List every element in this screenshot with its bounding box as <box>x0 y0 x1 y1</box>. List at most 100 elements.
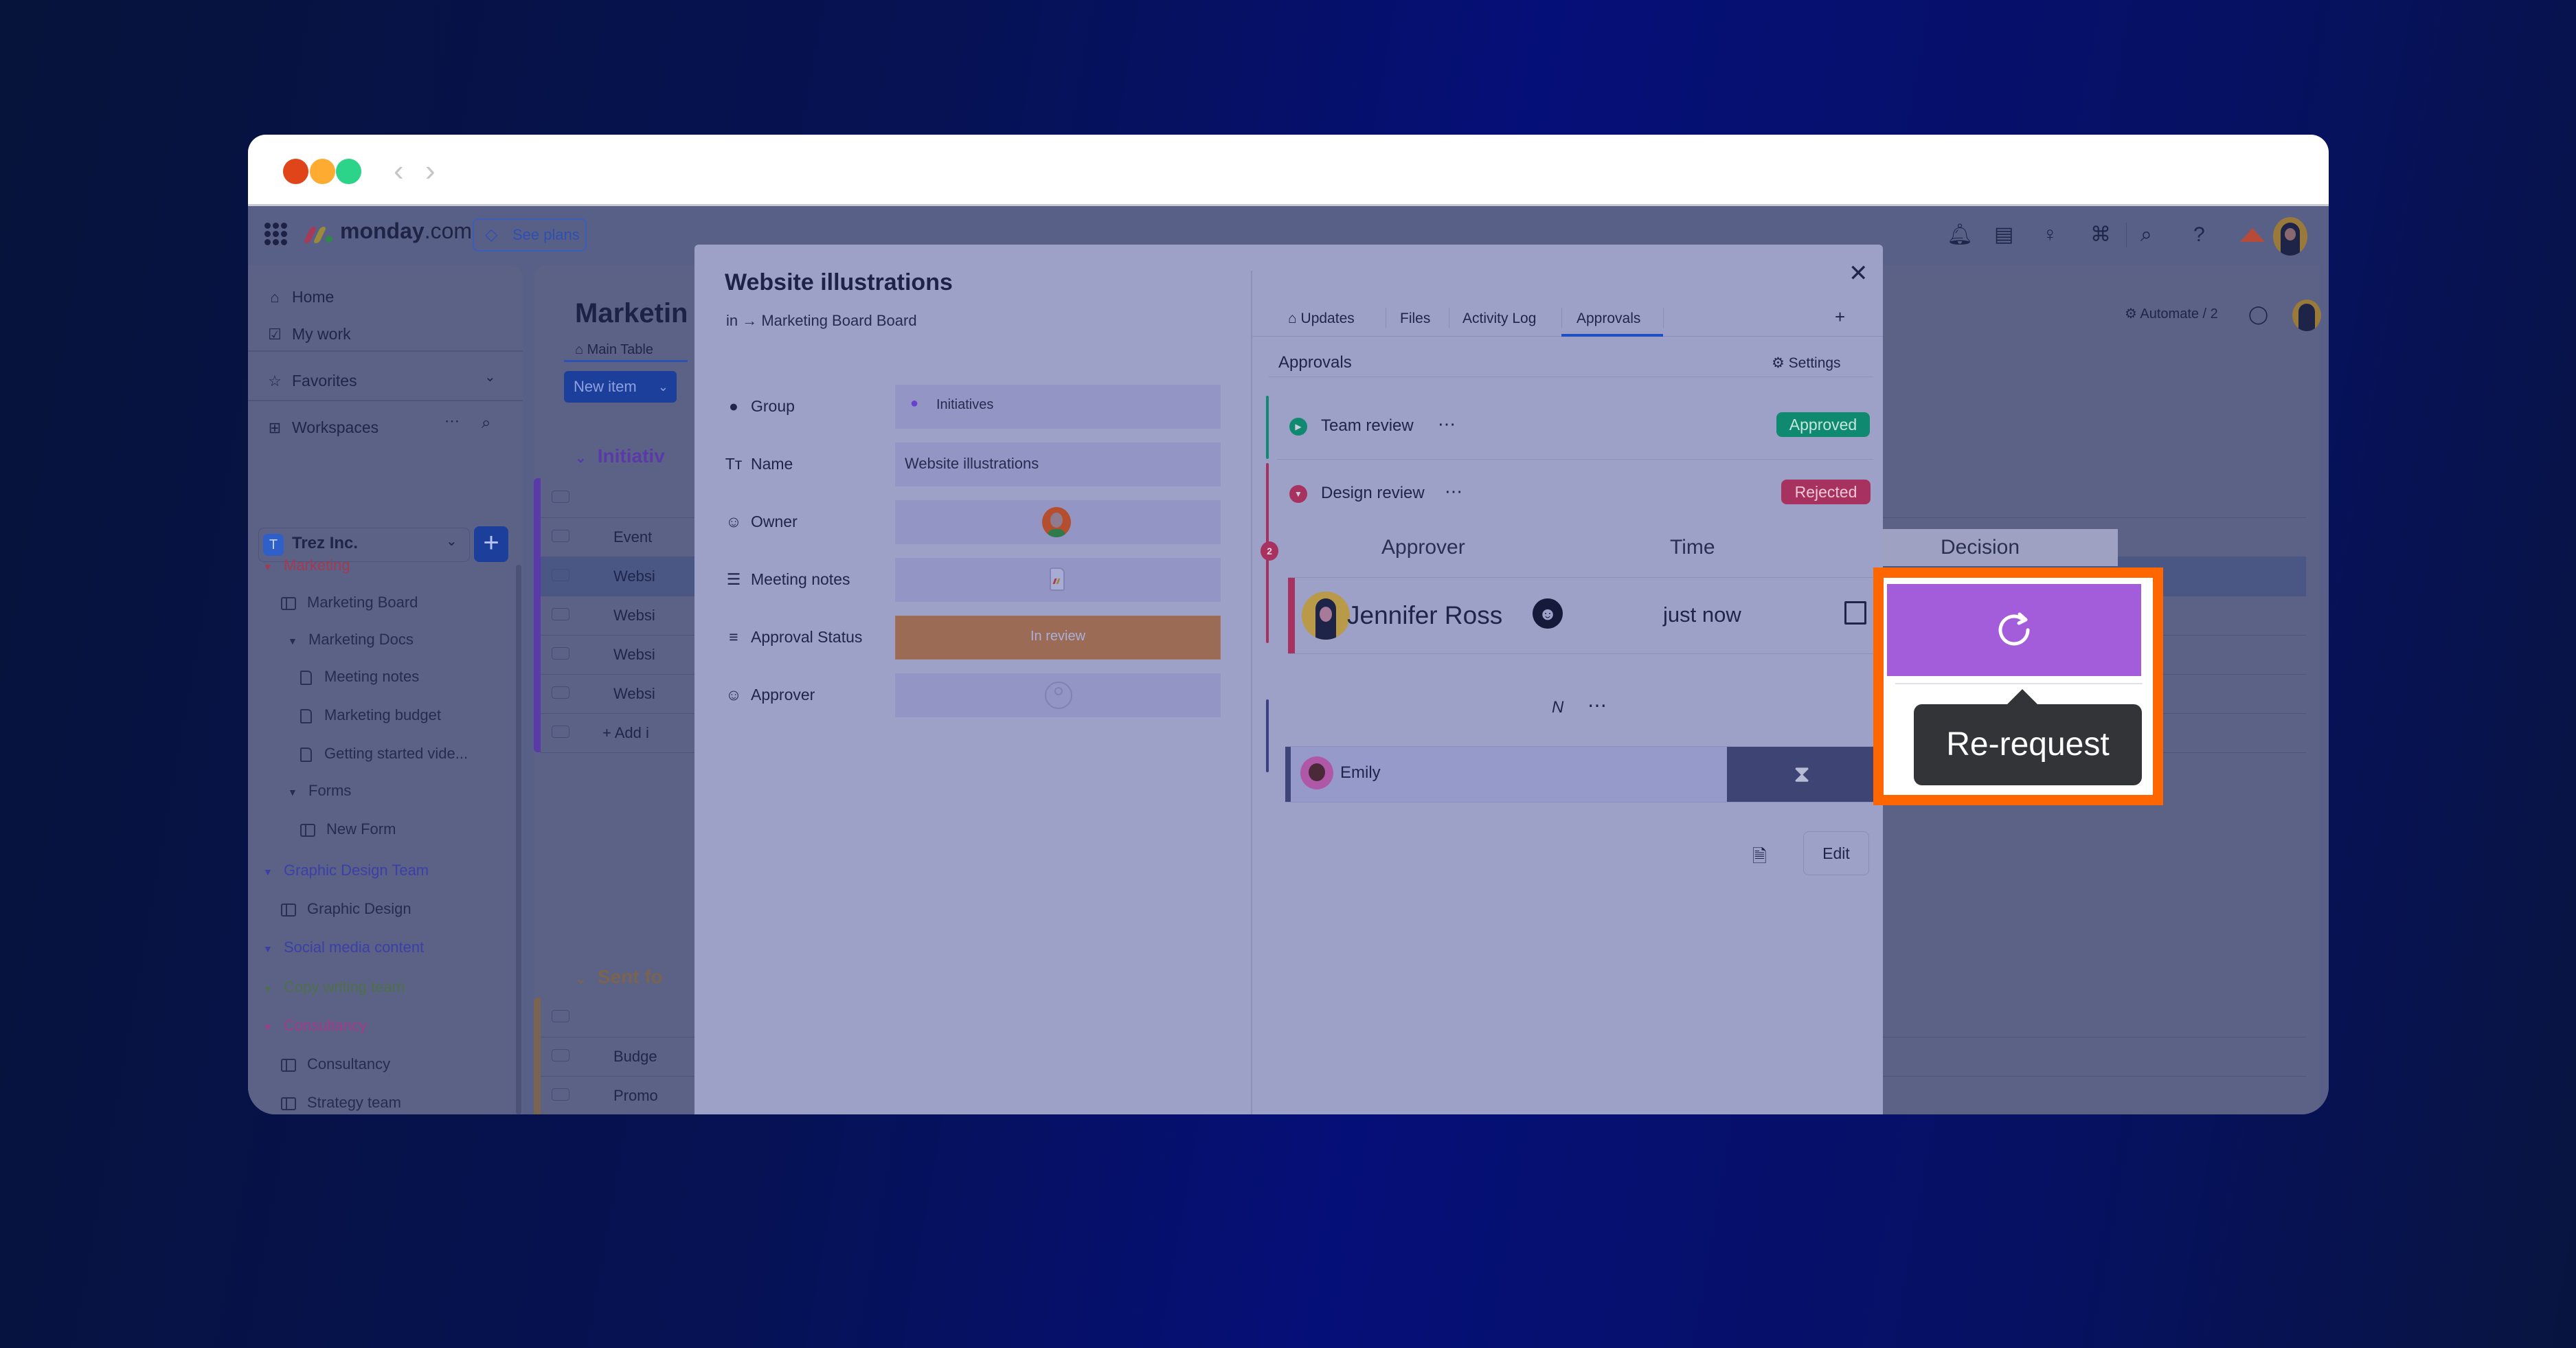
comment-icon[interactable] <box>1844 601 1866 625</box>
row-checkbox[interactable] <box>552 608 569 620</box>
tab-updates[interactable]: ⌂ Updates <box>1288 311 1355 327</box>
add-item-button[interactable]: + Add i <box>602 724 649 742</box>
monday-doc-file-icon[interactable] <box>1050 568 1065 591</box>
row-checkbox[interactable] <box>552 1010 569 1022</box>
sidebar-tree-item[interactable]: ▼ Graphic Design Team <box>263 859 429 884</box>
table-row[interactable]: Websi <box>613 607 655 625</box>
hourglass-pending-icon[interactable]: ⧗ <box>1727 747 1877 802</box>
sidebar-tree-item[interactable]: Getting started vide... <box>300 742 468 765</box>
table-row[interactable]: Websi <box>613 646 655 664</box>
sidebar-tree-item[interactable]: ▼ Copy writing team <box>263 976 405 1000</box>
more-options-icon[interactable]: ⋯ <box>1438 414 1456 435</box>
sidebar-tree-item[interactable]: ▼ Marketing Docs <box>288 628 414 653</box>
sidebar-tree-item[interactable]: Consultancy <box>281 1053 390 1076</box>
more-options-icon[interactable]: ⋯ <box>1445 481 1462 502</box>
sidebar-tree-item[interactable]: ▼ Social media content <box>263 936 424 961</box>
sidebar-tree-item[interactable]: Meeting notes <box>300 665 419 688</box>
settings-button[interactable]: ⚙ Settings <box>1772 355 1841 372</box>
emily-avatar[interactable] <box>1300 756 1333 789</box>
sidebar-tree-item[interactable]: Marketing budget <box>300 704 441 727</box>
help-icon[interactable]: ? <box>2193 221 2205 249</box>
tab-main-table[interactable]: ⌂ Main Table <box>575 342 653 358</box>
row-checkbox[interactable] <box>552 686 569 699</box>
row-checkbox[interactable] <box>552 1049 569 1061</box>
sidebar-tree-item[interactable]: ▼ Forms <box>288 779 351 804</box>
chevron-down-icon[interactable]: ⌄ <box>575 451 587 466</box>
automate-button[interactable]: ⚙ Automate / 2 <box>2125 305 2218 322</box>
caret-down-icon[interactable]: ▼ <box>263 977 284 1000</box>
chevron-right-icon[interactable]: › <box>425 154 436 188</box>
comment-icon[interactable]: ◯ <box>2248 304 2268 325</box>
invite-user-icon[interactable]: ♀ <box>2042 221 2058 249</box>
bell-icon[interactable]: 🔔︎ <box>1947 221 1973 249</box>
meeting-notes-field[interactable] <box>895 558 1221 602</box>
sidebar-tree-item[interactable]: ▼ Marketing <box>263 554 350 578</box>
caret-down-icon[interactable]: ▼ <box>263 860 284 884</box>
sidebar-tree-item[interactable]: Marketing Board <box>271 587 494 621</box>
caret-down-icon[interactable]: ▼ <box>263 937 284 961</box>
row-checkbox[interactable] <box>552 647 569 660</box>
more-options-icon[interactable]: ⋯ <box>1588 694 1607 717</box>
chevron-down-icon[interactable]: ⌄ <box>658 371 668 403</box>
edit-button[interactable]: Edit <box>1803 831 1869 875</box>
owner-field[interactable] <box>895 500 1221 544</box>
approver-field[interactable] <box>895 673 1221 717</box>
user-avatar[interactable] <box>2273 217 2307 256</box>
new-item-button[interactable]: New item ⌄ <box>564 371 677 403</box>
caret-down-icon[interactable]: ▼ <box>288 780 308 804</box>
group-title[interactable]: ⌄ Initiativ <box>575 445 665 467</box>
tab-approvals[interactable]: Approvals <box>1577 311 1640 327</box>
minimize-window-button[interactable] <box>310 159 335 184</box>
table-row[interactable]: Budge <box>613 1048 657 1066</box>
chevron-down-icon[interactable]: ⌄ <box>575 971 587 987</box>
tab-activity-log[interactable]: Activity Log <box>1462 311 1536 327</box>
chevron-down-icon[interactable]: ⌄ <box>484 368 496 385</box>
ai-doc-icon[interactable]: 🗎︎ <box>1752 844 1767 874</box>
empty-person-icon[interactable] <box>1045 682 1072 709</box>
re-request-button[interactable] <box>1887 584 2141 676</box>
close-window-button[interactable] <box>283 159 308 184</box>
sidebar-tree-item[interactable]: ▼ Consultancy <box>263 1014 367 1039</box>
approval-status-field[interactable]: In review <box>895 616 1221 660</box>
owner-avatar[interactable] <box>1042 507 1071 537</box>
design-review-name[interactable]: Design review <box>1321 484 1425 503</box>
sidebar-tree-item[interactable]: Graphic Design <box>281 897 411 921</box>
table-row[interactable]: Promo <box>613 1087 658 1105</box>
item-breadcrumb[interactable]: in → Marketing Board Board <box>726 312 917 330</box>
sidebar-item-workspaces[interactable]: ⊞ Workspaces <box>264 415 379 440</box>
row-checkbox[interactable] <box>552 726 569 738</box>
item-title[interactable]: Website illustrations <box>725 269 953 296</box>
search-icon[interactable]: ⌕ <box>2140 221 2152 249</box>
apps-grid-icon[interactable] <box>264 223 288 246</box>
table-row[interactable]: Websi <box>613 685 655 703</box>
sidebar-tree-item[interactable]: Strategy team <box>281 1091 401 1114</box>
add-tab-button[interactable]: + <box>1835 306 1845 328</box>
name-field[interactable]: Website illustrations <box>895 442 1221 486</box>
row-checkbox[interactable] <box>552 569 569 581</box>
chevron-left-icon[interactable]: ‹ <box>394 154 404 188</box>
team-review-name[interactable]: Team review <box>1321 416 1414 436</box>
sidebar-scrollbar[interactable] <box>516 565 521 1114</box>
tab-files[interactable]: Files <box>1400 311 1430 327</box>
puzzle-icon[interactable]: ⌘ <box>2090 221 2111 249</box>
table-row[interactable]: Websi <box>613 568 655 585</box>
maximize-window-button[interactable] <box>336 159 361 184</box>
caret-down-icon[interactable]: ▼ <box>263 1015 284 1039</box>
group-title[interactable]: ⌄ Sent fo <box>575 966 663 988</box>
search-icon[interactable]: ⌕ <box>482 414 490 433</box>
jennifer-avatar[interactable] <box>1302 592 1350 640</box>
caret-down-icon[interactable]: ▼ <box>288 629 308 653</box>
see-plans-button[interactable]: ◇ See plans <box>473 218 587 251</box>
table-row[interactable]: Event <box>613 528 652 546</box>
sidebar-item-my-work[interactable]: ☑ My work <box>264 322 351 347</box>
group-field[interactable]: ● Initiatives <box>895 385 1221 429</box>
sidebar-item-home[interactable]: ⌂ Home <box>264 284 334 310</box>
more-options-icon[interactable]: ⋯ <box>444 412 460 430</box>
expand-review-icon[interactable]: ▶ <box>1289 418 1307 436</box>
collapse-review-icon[interactable]: ▼ <box>1289 485 1307 503</box>
row-checkbox[interactable] <box>552 1088 569 1101</box>
inbox-icon[interactable]: ▤ <box>1994 221 2013 249</box>
close-icon[interactable]: ✕ <box>1849 260 1868 287</box>
sidebar-item-favorites[interactable]: ☆ Favorites <box>264 368 357 394</box>
board-member-avatar[interactable] <box>2292 300 2321 331</box>
